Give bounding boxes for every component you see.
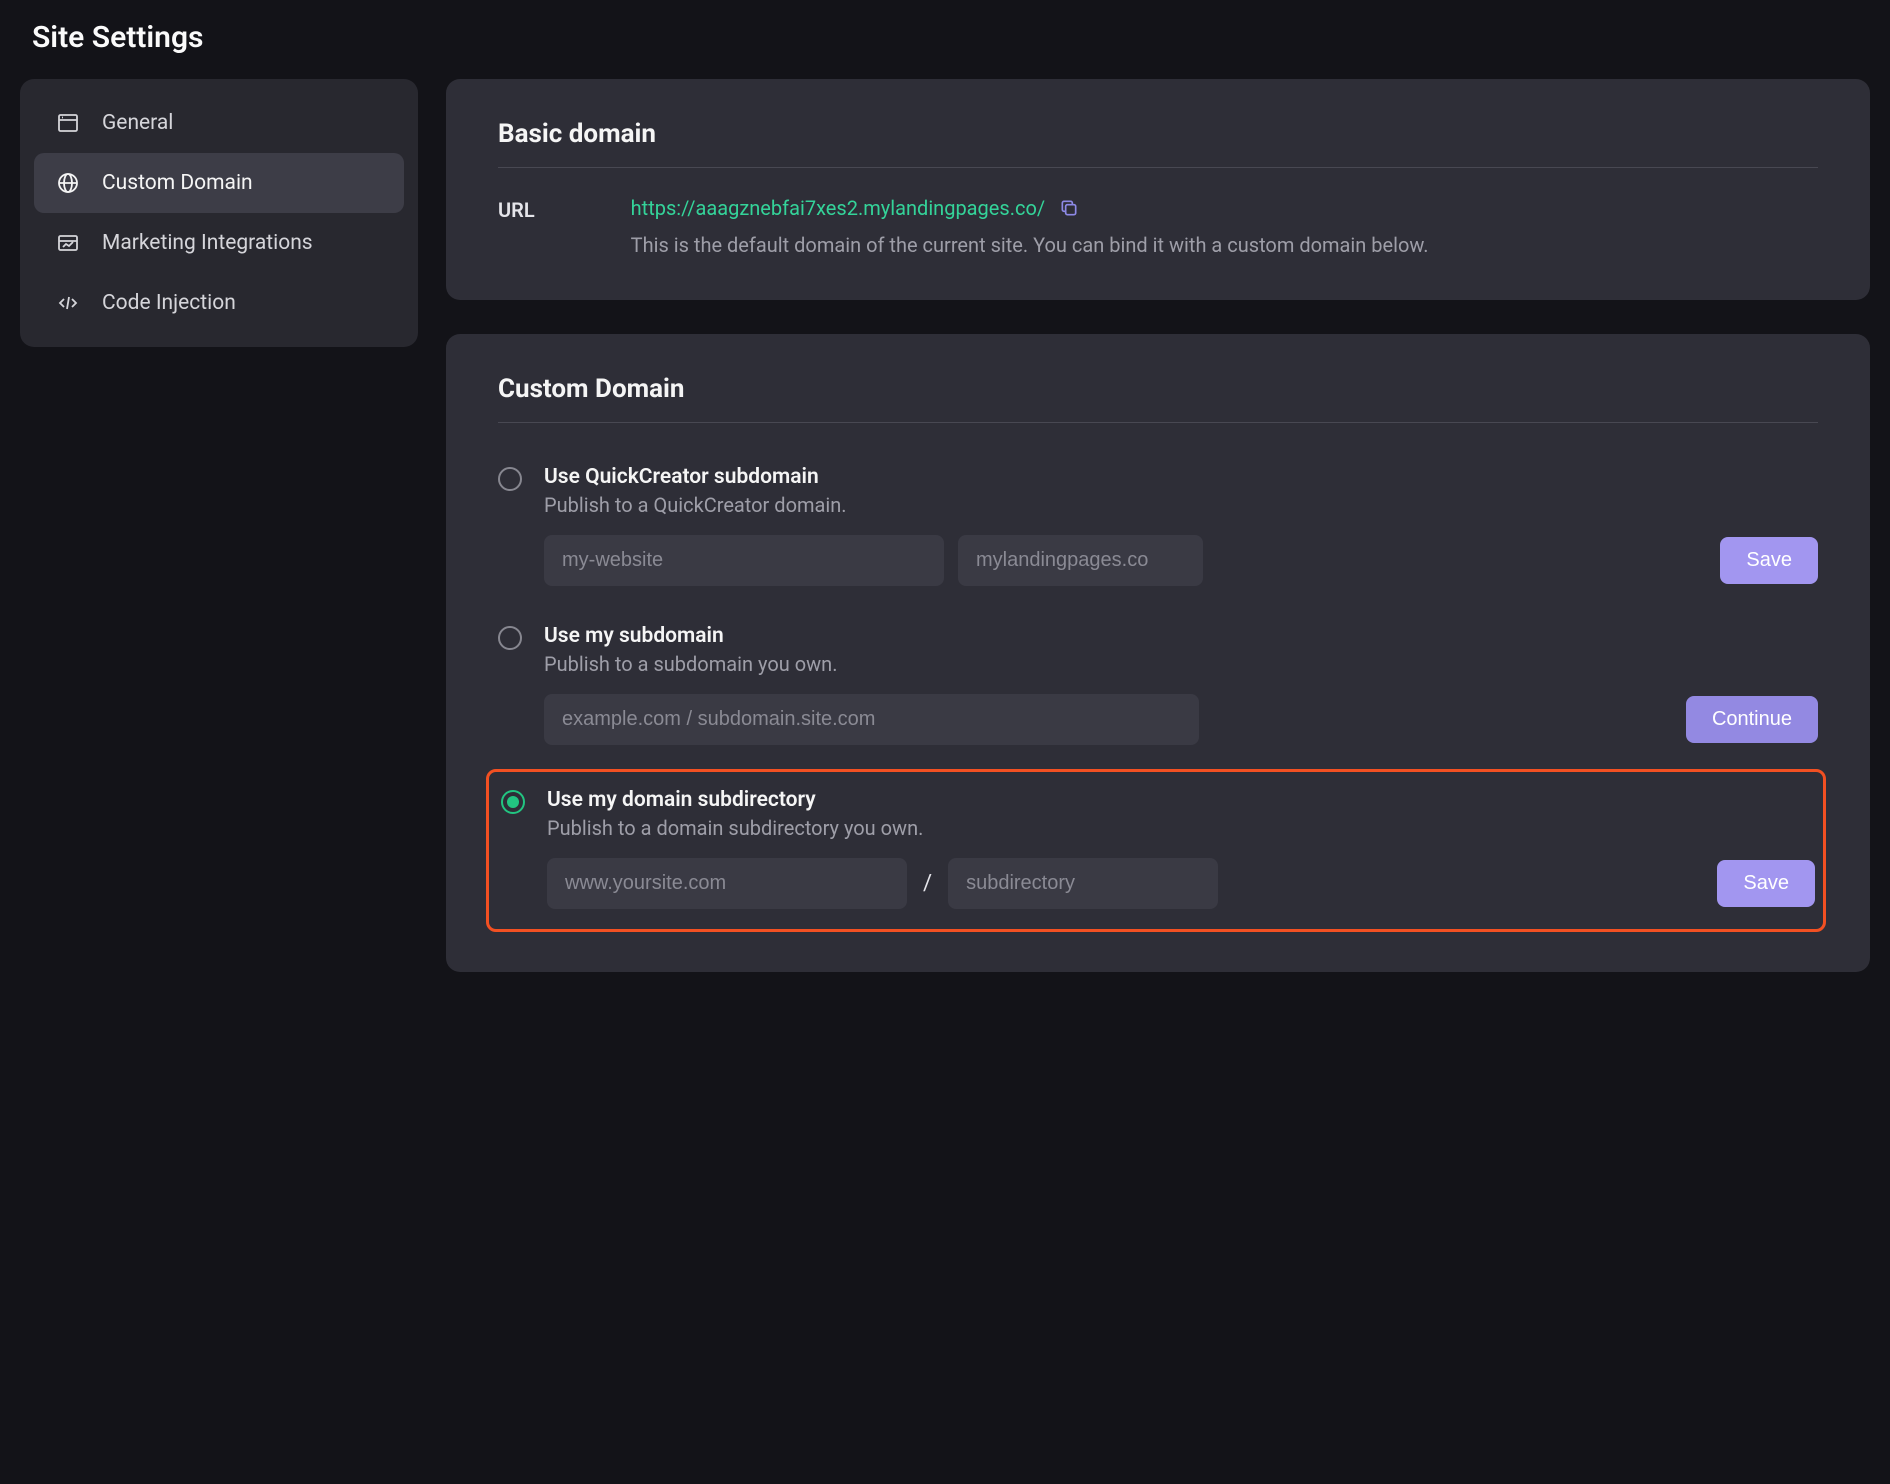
subdomain-input[interactable] [544, 535, 944, 586]
panel-custom-domain: Custom Domain Use QuickCreator subdomain… [446, 334, 1870, 972]
page-title: Site Settings [32, 20, 1870, 55]
domain-host-input[interactable] [547, 858, 907, 909]
save-button-subdirectory[interactable]: Save [1717, 860, 1815, 907]
continue-button[interactable]: Continue [1686, 696, 1818, 743]
url-desc: This is the default domain of the curren… [631, 230, 1818, 260]
input-row: Save [544, 535, 1818, 586]
radio-content: Use my domain subdirectory Publish to a … [547, 788, 1815, 909]
input-row: / Save [547, 858, 1815, 909]
input-row: Continue [544, 694, 1818, 745]
url-row: URL https://aaagznebfai7xes2.mylandingpa… [498, 196, 1818, 260]
url-label: URL [498, 198, 535, 222]
radio-title: Use QuickCreator subdomain [544, 465, 1818, 489]
panel-basic-domain: Basic domain URL https://aaagznebfai7xes… [446, 79, 1870, 300]
sidebar-item-label: Custom Domain [102, 171, 253, 195]
panel-title-basic: Basic domain [498, 119, 1818, 168]
radio-domain-subdirectory[interactable] [501, 790, 525, 814]
radio-desc: Publish to a QuickCreator domain. [544, 493, 1818, 517]
slash-separator: / [923, 871, 932, 896]
integrate-icon [56, 231, 80, 255]
my-subdomain-input[interactable] [544, 694, 1199, 745]
code-icon [56, 291, 80, 315]
url-link[interactable]: https://aaagznebfai7xes2.mylandingpages.… [631, 196, 1045, 220]
sidebar-item-label: Marketing Integrations [102, 231, 313, 255]
copy-icon[interactable] [1059, 198, 1079, 218]
domain-suffix-input[interactable] [958, 535, 1203, 586]
sidebar: General Custom Domain Marketing Integrat… [20, 79, 418, 347]
option-my-subdomain: Use my subdomain Publish to a subdomain … [498, 610, 1818, 769]
sidebar-item-custom-domain[interactable]: Custom Domain [34, 153, 404, 213]
sidebar-item-label: Code Injection [102, 291, 236, 315]
radio-quickcreator-subdomain[interactable] [498, 467, 522, 491]
radio-content: Use my subdomain Publish to a subdomain … [544, 624, 1818, 745]
globe-icon [56, 171, 80, 195]
radio-my-subdomain[interactable] [498, 626, 522, 650]
sidebar-item-general[interactable]: General [34, 93, 404, 153]
radio-title: Use my subdomain [544, 624, 1818, 648]
option-quickcreator-subdomain: Use QuickCreator subdomain Publish to a … [498, 451, 1818, 610]
radio-content: Use QuickCreator subdomain Publish to a … [544, 465, 1818, 586]
panel-title-custom: Custom Domain [498, 374, 1818, 423]
radio-desc: Publish to a subdomain you own. [544, 652, 1818, 676]
subdirectory-input[interactable] [948, 858, 1218, 909]
browser-icon [56, 111, 80, 135]
radio-desc: Publish to a domain subdirectory you own… [547, 816, 1815, 840]
main: Basic domain URL https://aaagznebfai7xes… [446, 79, 1870, 972]
layout: General Custom Domain Marketing Integrat… [20, 79, 1870, 972]
option-domain-subdirectory: Use my domain subdirectory Publish to a … [486, 769, 1826, 932]
sidebar-item-marketing-integrations[interactable]: Marketing Integrations [34, 213, 404, 273]
save-button-quickcreator[interactable]: Save [1720, 537, 1818, 584]
radio-title: Use my domain subdirectory [547, 788, 1815, 812]
sidebar-item-label: General [102, 111, 173, 135]
url-link-row: https://aaagznebfai7xes2.mylandingpages.… [631, 196, 1818, 220]
url-content: https://aaagznebfai7xes2.mylandingpages.… [631, 196, 1818, 260]
sidebar-item-code-injection[interactable]: Code Injection [34, 273, 404, 333]
